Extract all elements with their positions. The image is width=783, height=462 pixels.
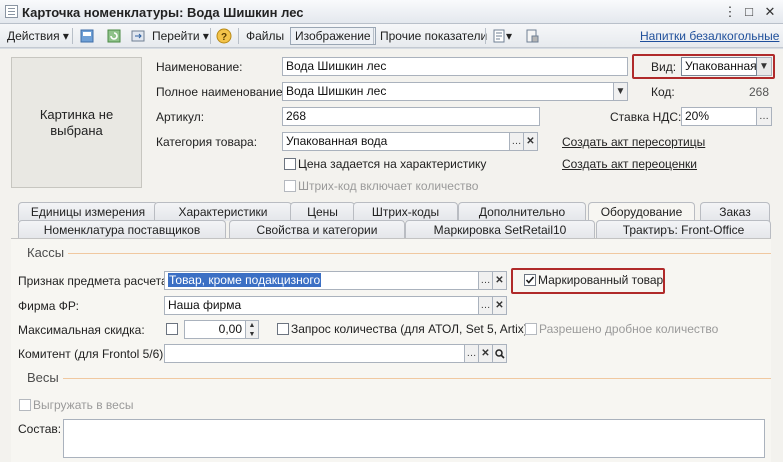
max-discount-checkbox[interactable] [166,323,178,335]
help-icon[interactable]: ? [216,28,232,44]
goto-icon[interactable] [130,28,146,44]
committent-field[interactable] [164,344,465,363]
article-label: Артикул: [156,110,205,124]
qty-request-checkbox[interactable] [277,323,289,335]
committent-clear-button[interactable]: ✕ [479,344,493,363]
tab-barcodes[interactable]: Штрих-коды [353,202,458,221]
fullname-label: Полное наименование: [156,85,286,99]
toolbar-separator [485,28,486,44]
category-label: Категория товара: [156,135,258,149]
goto-menu[interactable]: Перейти ▾ [149,27,212,45]
cash-group-line [68,253,771,254]
tab-supplier-items[interactable]: Номенклатура поставщиков [18,220,226,239]
upload-scales-label: Выгружать в весы [33,398,134,412]
other-indicators-button[interactable]: Прочие показатели [377,27,490,45]
tab-units[interactable]: Единицы измерения [18,202,158,221]
kind-label: Вид: [651,60,677,74]
code-value: 268 [749,85,770,99]
max-discount-spinner[interactable]: ▲ ▼ [246,320,259,339]
tab-characteristics[interactable]: Характеристики [154,202,292,221]
actions-menu[interactable]: Действия ▾ [4,27,72,45]
fraction-label: Разрешено дробное количество [539,322,719,336]
files-button[interactable]: Файлы [243,27,287,45]
toolbar-separator [72,28,73,44]
category-field[interactable]: Упакованная вода [282,132,510,151]
window-title: Карточка номенклатуры: Вода Шишкин лес [22,5,304,20]
committent-select-button[interactable]: … [465,344,479,363]
item-picture[interactable]: Картинка не выбрана [11,57,142,188]
subject-select-button[interactable]: … [479,271,493,290]
search-icon [494,349,505,359]
print-dropdown[interactable]: ▾ [506,27,512,45]
vat-label: Ставка НДС: [610,110,682,124]
create-reprice-link[interactable]: Создать акт переоценки [562,157,697,171]
toolbar-separator [210,28,211,44]
kind-dropdown-button[interactable]: ▼ [757,57,772,76]
committent-search-button[interactable] [493,344,507,363]
title-bar: Карточка номенклатуры: Вода Шишкин лес ⋮… [0,0,783,24]
barcode-qty-checkbox [284,180,296,192]
fullname-dropdown-button[interactable]: ▼ [614,82,628,101]
composition-field[interactable] [63,419,765,458]
qty-request-label: Запрос количества (для АТОЛ, Set 5, Arti… [291,322,528,336]
firm-select-button[interactable]: … [479,296,493,315]
tab-properties[interactable]: Свойства и категории [229,220,405,239]
upload-scales-checkbox [19,399,31,411]
article-field[interactable]: 268 [282,107,540,126]
vat-field[interactable]: 20% [681,107,757,126]
name-label: Наименование: [156,60,243,74]
tab-equipment[interactable]: Оборудование [588,202,695,222]
committent-label: Комитент (для Frontol 5/6): [18,347,167,361]
fullname-field[interactable]: Вода Шишкин лес [282,82,614,101]
scales-group-line [63,378,771,379]
restore-icon[interactable]: □ [741,4,757,19]
picture-placeholder: Картинка не выбрана [39,106,114,138]
kind-select[interactable]: Упакованная [681,57,757,76]
vat-select-button[interactable]: … [757,107,772,126]
tab-prices[interactable]: Цены [290,202,355,221]
image-button[interactable]: Изображение [290,27,376,45]
subject-label: Признак предмета расчета: [18,274,171,288]
subject-clear-button[interactable]: ✕ [493,271,507,290]
print-icon[interactable] [491,28,507,44]
more-icon[interactable]: ⋮ [722,4,738,19]
toolbar-separator [238,28,239,44]
category-link[interactable]: Напитки безалкогольные [637,27,782,45]
firm-label: Фирма ФР: [18,299,79,313]
scales-group-title: Весы [27,370,59,385]
save-to-list-icon[interactable] [79,28,95,44]
max-discount-label: Максимальная скидка: [18,323,145,337]
tab-additional[interactable]: Дополнительно [458,202,586,221]
tab-order[interactable]: Заказ [700,202,770,221]
subject-field[interactable]: Товар, кроме подакцизного [164,271,479,290]
firm-field[interactable]: Наша фирма [164,296,479,315]
marked-label: Маркированный товар [538,273,664,287]
price-by-char-label: Цена задается на характеристику [298,157,487,171]
tab-traktir[interactable]: Трактиръ: Front-Office [596,220,771,239]
create-regrade-link[interactable]: Создать акт пересортицы [562,135,705,149]
firm-clear-button[interactable]: ✕ [493,296,507,315]
toolbar: Действия ▾ Перейти ▾ ? Файлы Изображение… [0,24,783,48]
close-icon[interactable]: ✕ [762,4,778,19]
svg-text:?: ? [221,32,227,43]
name-field[interactable]: Вода Шишкин лес [282,57,628,76]
category-select-button[interactable]: … [510,132,524,151]
refresh-icon[interactable] [106,28,122,44]
form-icon [5,5,18,18]
cash-group-title: Кассы [27,245,65,260]
subject-value: Товар, кроме подакцизного [168,273,322,287]
max-discount-field[interactable]: 0,00 [184,320,246,339]
toolbar-separator [373,28,374,44]
structure-icon[interactable] [524,28,540,44]
category-clear-button[interactable]: ✕ [524,132,538,151]
price-by-char-checkbox[interactable] [284,158,296,170]
code-label: Код: [651,85,675,99]
tab-marking[interactable]: Маркировка SetRetail10 [405,220,595,239]
fraction-checkbox [525,323,537,335]
composition-label: Состав: [18,422,62,436]
marked-checkbox[interactable] [524,274,536,286]
barcode-qty-label: Штрих-код включает количество [298,179,479,193]
